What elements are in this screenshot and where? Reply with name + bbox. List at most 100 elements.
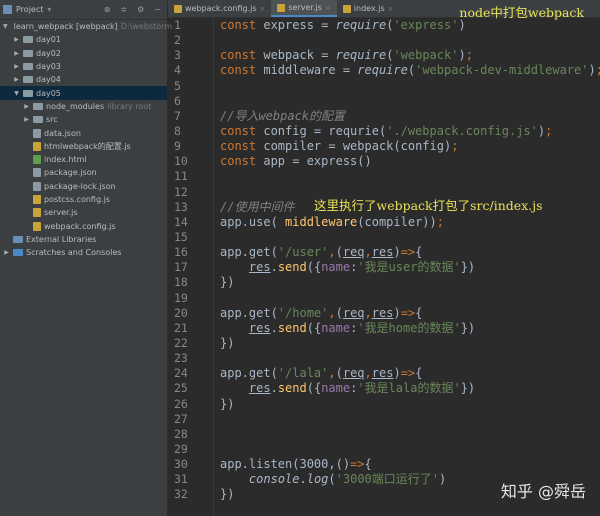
code-line: 18}) [168,275,600,290]
chevron-right-icon[interactable]: ▶ [13,76,20,83]
tree-item[interactable]: ▶ node_modules library root [0,100,167,113]
close-icon[interactable]: × [325,4,331,12]
code-line: 4 const middleware = require('webpack-dev… [168,63,600,78]
code-token: res [248,320,271,335]
code-token: app.use( [220,214,286,229]
code-token: , [328,305,336,320]
code-token: const [220,123,264,138]
line-content: //使用中间件 [220,200,294,215]
code-line: 20 app.get('/home',(req,res)=>{ [168,306,600,321]
line-number: 18 [174,275,188,290]
code-token: '3000端口运行了' [335,472,439,487]
code-token: ; [436,214,444,229]
code-token: ( [335,245,343,260]
code-token: ) [458,48,466,63]
code-token: req [342,245,365,260]
code-token: ( [407,63,416,78]
chevron-right-icon[interactable]: ▶ [23,116,30,123]
tree-item[interactable]: postcss.config.js [0,193,167,206]
tree-item[interactable]: package-lock.json [0,180,167,193]
code-line: 14 app.use( middleware(compiler)); [168,215,600,230]
line-content: res.send({name:'我是lala的数据'}) [220,381,475,396]
tree-item[interactable]: ▶ day04 [0,73,167,86]
code-token: 'webpack' [393,48,459,63]
tree-item[interactable]: package.json [0,166,167,179]
code-token: }) [460,260,476,275]
code-token: app.listen(3000,() [220,457,351,472]
code-line: 29 [168,442,600,457]
code-token: req [342,366,365,381]
tree-item-label: learn_webpack [webpack] [13,22,118,32]
tab-server-js[interactable]: server.js × [271,0,337,17]
tree-item-label: Scratches and Consoles [26,248,122,258]
line-content: app.use( middleware(compiler)); [220,215,444,230]
code-area[interactable]: 1 const express = require('express') 2 3 con… [168,18,600,503]
tree-item[interactable]: webpack.config.js [0,219,167,232]
tree-item[interactable]: server.js [0,206,167,219]
code-token: app = express() [263,154,372,169]
code-line: 9 const compiler = webpack(config); [168,139,600,154]
close-icon[interactable]: × [388,5,394,13]
collapse-icon[interactable]: ≑ [120,5,127,14]
tree-item-label: package.json [44,168,97,178]
code-token: . [299,472,307,487]
project-tree: ▼ learn_webpack [webpack] D:\webstorm ▶ day0… [0,20,172,259]
minimize-icon[interactable]: − [154,5,161,14]
note-annotation: 这里执行了webpack打包了src/index.js [314,195,543,214]
code-token: ; [451,139,459,154]
tree-item-label: src [46,115,58,125]
line-content: }) [220,336,234,351]
code-token: log [306,472,329,487]
line-content: }) [220,487,234,502]
line-number: 21 [174,320,188,335]
line-number: 23 [174,351,188,366]
tree-item[interactable]: ▼ learn_webpack [webpack] D:\webstorm [0,20,172,33]
code-token: { [415,245,423,260]
chevron-down-icon[interactable]: ▼ [13,90,20,97]
code-token: '我是user的数据' [357,260,461,275]
chevron-right-icon[interactable]: ▶ [13,50,20,57]
code-token: req [342,305,365,320]
tree-item[interactable]: htmlwebpack的配置.js [0,140,167,153]
tree-item[interactable]: ▶ Scratches and Consoles [0,246,167,259]
code-token: ) [393,305,401,320]
line-number: 22 [174,335,188,350]
watermark: 知乎 @舜岳 [500,482,586,501]
chevron-right-icon[interactable]: ▶ [13,36,20,43]
tab-index-js[interactable]: index.js × [337,0,400,17]
json-file-icon [33,128,41,138]
chevron-right-icon[interactable]: ▶ [3,249,10,256]
tree-item[interactable]: index.html [0,153,167,166]
tree-item[interactable]: ▶ src [0,113,167,126]
chevron-down-icon[interactable]: ▼ [3,23,8,30]
code-line: 23 [168,351,600,366]
tree-item[interactable]: ▶ day01 [0,33,167,46]
close-icon[interactable]: × [260,5,266,13]
chevron-right-icon[interactable]: ▶ [23,103,30,110]
code-token: res [371,245,394,260]
code-line: 30 app.listen(3000,()=>{ [168,457,600,472]
code-token: }) [220,275,235,290]
tree-item[interactable]: ▼ day05 [0,86,167,100]
gear-icon[interactable]: ⚙ [137,5,144,14]
code-token: send [277,320,307,335]
project-view-selector[interactable]: Project [16,5,43,14]
dropdown-icon[interactable]: ▾ [47,5,51,14]
code-token: }) [460,320,476,335]
code-token: name [321,381,351,396]
code-token: => [350,457,365,472]
tree-item[interactable]: ▶ day02 [0,47,167,60]
code-line: 11 [168,169,600,184]
tree-item[interactable]: External Libraries [0,233,167,246]
json-file-icon [33,168,41,178]
code-token: }) [220,335,235,350]
tree-item[interactable]: ▶ day03 [0,60,167,73]
tab-webpack-config-js[interactable]: webpack.config.js × [168,0,271,17]
code-token: //导入webpack的配置 [220,108,346,123]
tree-item-label: webpack.config.js [44,221,116,231]
tree-item[interactable]: data.json [0,126,167,139]
locate-icon[interactable]: ⊗ [104,5,111,14]
code-token: res [248,381,271,396]
code-line: 17 res.send({name:'我是user的数据'}) [168,260,600,275]
chevron-right-icon[interactable]: ▶ [13,63,20,70]
